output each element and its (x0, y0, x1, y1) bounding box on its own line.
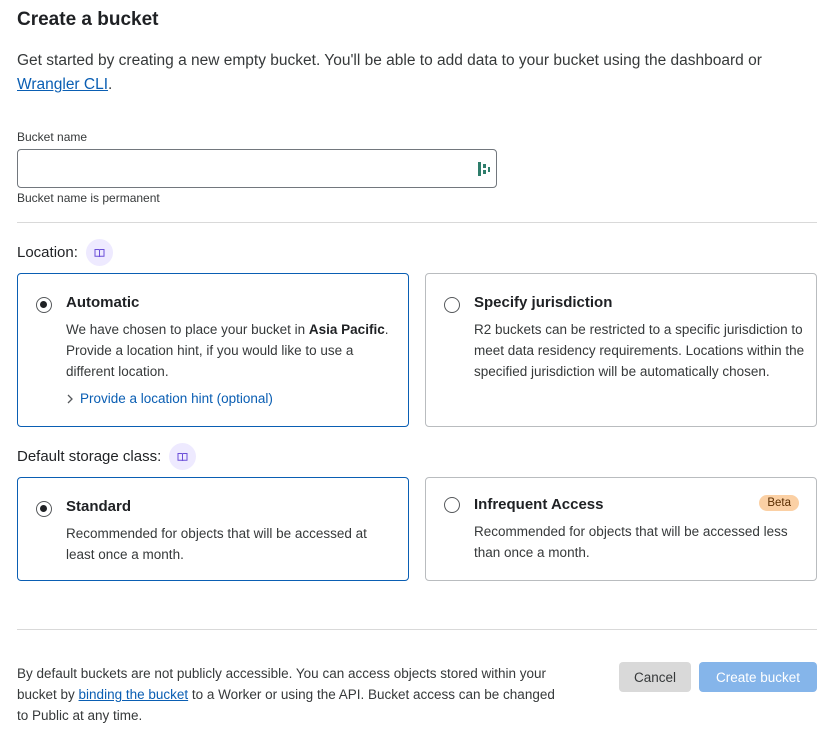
divider (17, 222, 817, 223)
infrequent-radio[interactable] (444, 497, 460, 513)
storage-infrequent-card[interactable]: Infrequent Access Beta Recommended for o… (425, 477, 817, 581)
standard-description: Recommended for objects that will be acc… (66, 526, 367, 562)
jurisdiction-description: R2 buckets can be restricted to a specif… (474, 322, 805, 379)
storage-class-label: Default storage class: (17, 443, 197, 470)
standard-radio[interactable] (36, 501, 52, 517)
infrequent-title: Infrequent Access (474, 496, 604, 513)
automatic-radio[interactable] (36, 297, 52, 313)
automatic-description: We have chosen to place your bucket in A… (66, 322, 389, 379)
docs-book-icon[interactable] (85, 239, 113, 266)
page-title: Create a bucket (17, 9, 159, 30)
jurisdiction-title: Specify jurisdiction (474, 294, 613, 311)
chevron-right-icon (67, 394, 73, 403)
infrequent-description: Recommended for objects that will be acc… (474, 524, 788, 560)
wrangler-cli-link[interactable]: Wrangler CLI (17, 76, 108, 93)
bucket-name-help: Bucket name is permanent (17, 191, 160, 205)
location-hint-link[interactable]: Provide a location hint (optional) (66, 391, 273, 406)
bucket-name-field (17, 149, 497, 188)
storage-standard-card[interactable]: Standard Recommended for objects that wi… (17, 477, 409, 581)
beta-badge: Beta (759, 495, 799, 511)
location-label: Location: (17, 239, 113, 266)
docs-book-icon[interactable] (169, 443, 197, 470)
divider (17, 629, 817, 630)
bucket-name-label: Bucket name (17, 130, 88, 144)
jurisdiction-radio[interactable] (444, 297, 460, 313)
password-manager-icon[interactable] (477, 162, 491, 176)
bucket-name-input[interactable] (18, 150, 496, 187)
location-jurisdiction-card[interactable]: Specify jurisdiction R2 buckets can be r… (425, 273, 817, 427)
create-bucket-button[interactable]: Create bucket (699, 662, 817, 692)
location-automatic-card[interactable]: Automatic We have chosen to place your b… (17, 273, 409, 427)
public-access-note: By default buckets are not publicly acce… (17, 666, 555, 723)
intro-text: Get started by creating a new empty buck… (17, 52, 762, 93)
automatic-title: Automatic (66, 294, 140, 311)
cancel-button[interactable]: Cancel (619, 662, 691, 692)
standard-title: Standard (66, 498, 132, 515)
binding-bucket-link[interactable]: binding the bucket (79, 687, 189, 702)
